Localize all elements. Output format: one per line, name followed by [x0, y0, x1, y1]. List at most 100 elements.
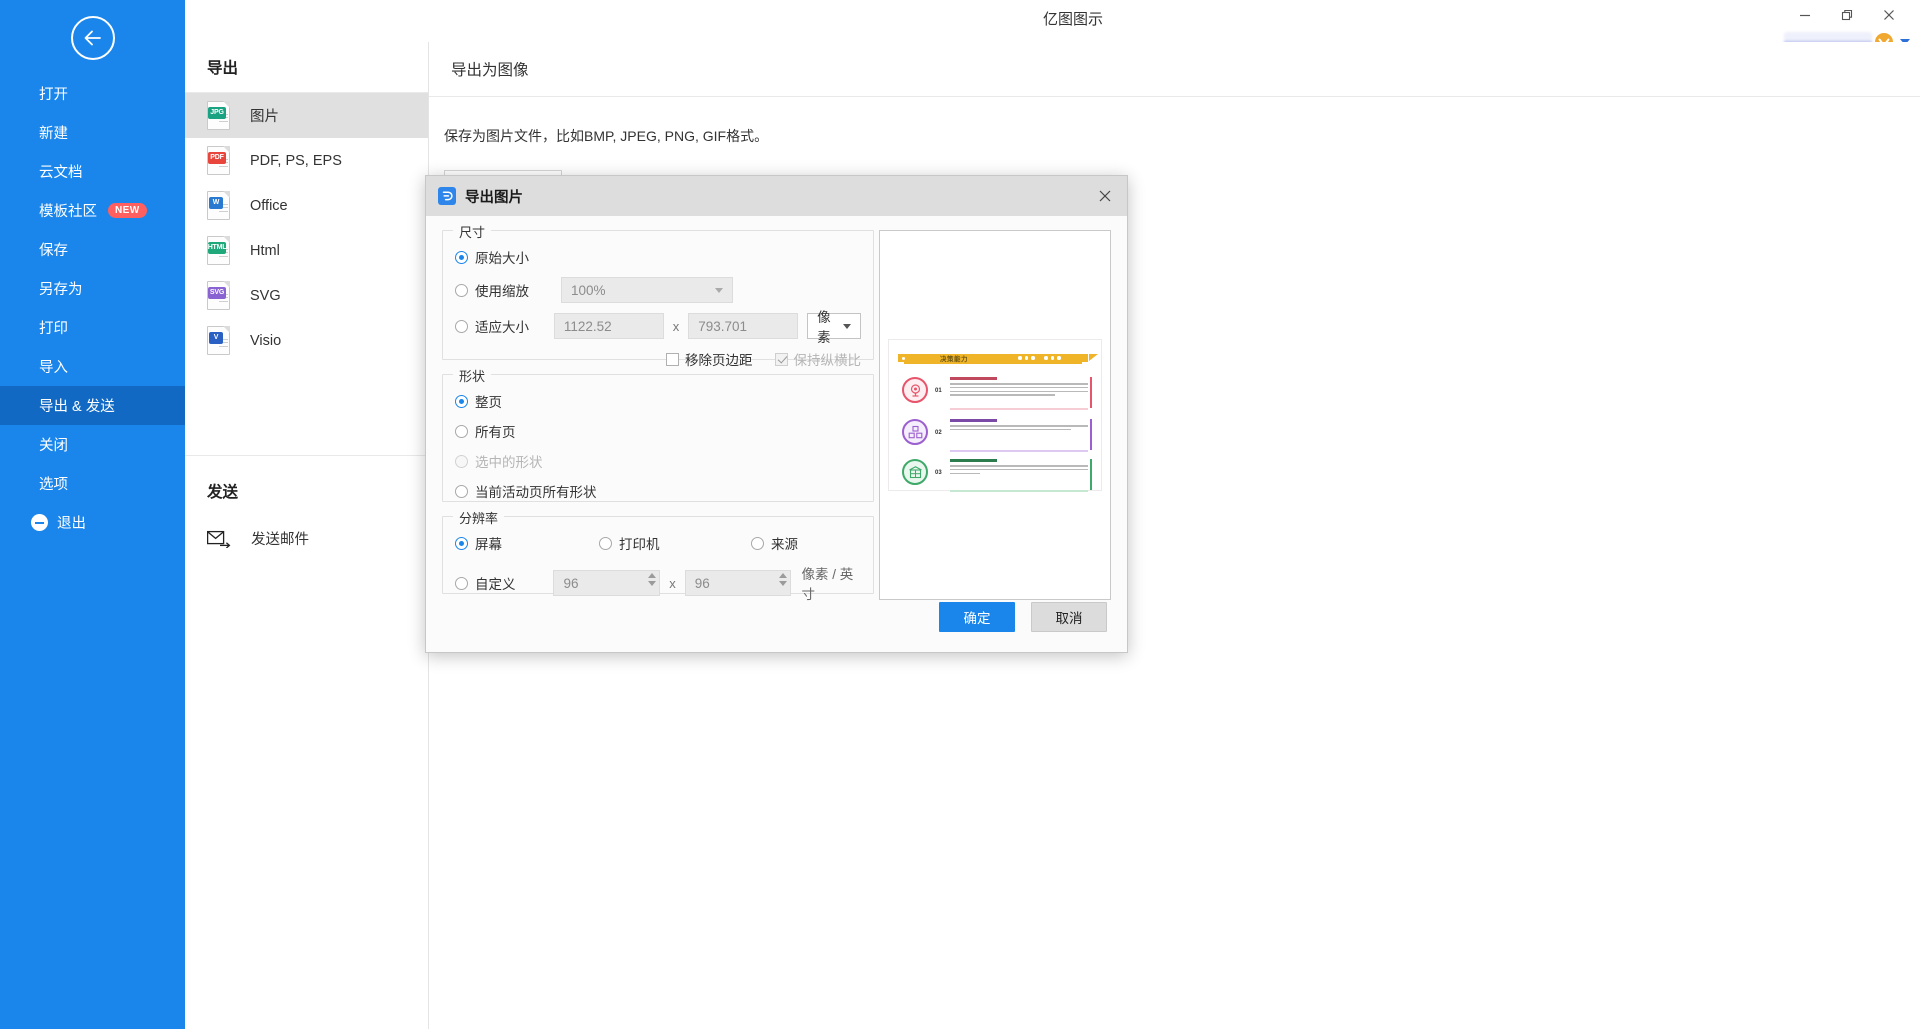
- sidebar-item-cloud-docs[interactable]: 云文档: [0, 152, 185, 191]
- dialog-footer: 确定 取消: [426, 588, 1127, 652]
- size-option-original-row[interactable]: 原始大小: [455, 247, 861, 267]
- preview-item-text: [950, 377, 1088, 398]
- restore-icon[interactable]: [1826, 1, 1868, 29]
- cancel-button[interactable]: 取消: [1031, 602, 1107, 632]
- sidebar-item-import[interactable]: 导入: [0, 347, 185, 386]
- radio-label: 适应大小: [475, 320, 529, 335]
- radio-screen[interactable]: [455, 536, 468, 550]
- sidebar-item-label: 模板社区: [39, 204, 97, 220]
- sidebar-item-label: 保存: [39, 243, 68, 259]
- sidebar-item-exit[interactable]: 退出: [0, 503, 185, 542]
- sidebar-item-label: 打开: [39, 87, 68, 103]
- sidebar-item-label: 另存为: [39, 282, 83, 298]
- sidebar-item-save[interactable]: 保存: [0, 230, 185, 269]
- preview-target-icon: [902, 377, 928, 403]
- sidebar-item-label: 选项: [39, 477, 68, 493]
- jpg-file-icon: JPG: [207, 100, 232, 131]
- shape-fieldset: 形状 整页 所有页 选中的形状 当前活动页所有形状: [442, 366, 874, 502]
- stepper-up-icon[interactable]: [648, 573, 657, 578]
- sidebar-item-close[interactable]: 关闭: [0, 425, 185, 464]
- send-label: 发送邮件: [251, 532, 309, 548]
- export-preview-panel: 决策能力 01 02 03: [879, 230, 1111, 600]
- sidebar-item-label: 打印: [39, 321, 68, 337]
- radio-source[interactable]: [751, 536, 764, 550]
- checkbox-remove-margin[interactable]: [666, 352, 679, 366]
- format-item-office[interactable]: W Office: [185, 183, 428, 228]
- format-tag: HTML: [208, 241, 227, 254]
- sidebar-item-new[interactable]: 新建: [0, 113, 185, 152]
- stepper-down-icon[interactable]: [648, 581, 657, 586]
- sidebar-item-export-and-send[interactable]: 导出 & 发送: [0, 386, 185, 425]
- radio-fit-size[interactable]: [455, 319, 468, 333]
- shape-option-whole-page-row[interactable]: 整页: [455, 391, 861, 411]
- dpi-x-stepper[interactable]: [648, 573, 657, 586]
- radio-label: 所有页: [475, 425, 516, 440]
- preview-item: 02: [902, 417, 1092, 453]
- chevron-down-icon: [843, 323, 851, 329]
- format-item-image[interactable]: JPG 图片: [185, 93, 428, 138]
- radio-whole-page[interactable]: [455, 394, 468, 408]
- radio-label: 整页: [475, 395, 502, 410]
- exit-icon: [31, 514, 48, 531]
- format-tag: W: [209, 196, 223, 209]
- format-label: 图片: [250, 109, 279, 125]
- preview-item-number: 01: [935, 388, 942, 394]
- height-input[interactable]: 793.701: [688, 313, 799, 339]
- close-icon[interactable]: [1091, 182, 1119, 210]
- unit-select[interactable]: 像素: [807, 310, 861, 345]
- radio-label: 原始大小: [475, 251, 529, 266]
- resolution-legend: 分辨率: [453, 508, 505, 527]
- radio-printer[interactable]: [599, 536, 612, 550]
- format-label: SVG: [250, 287, 281, 304]
- dialog-settings-column: 尺寸 原始大小 使用缩放 100% 适应大小 1122.52 x 793.701…: [442, 222, 874, 608]
- minimize-icon[interactable]: [1784, 1, 1826, 29]
- export-image-dialog: 导出图片 尺寸 原始大小 使用缩放 100% 适应大小 1122.52 x 79…: [425, 175, 1128, 653]
- format-item-visio[interactable]: V Visio: [185, 318, 428, 363]
- format-label: Visio: [250, 332, 282, 349]
- dpi-y-stepper[interactable]: [779, 573, 788, 586]
- back-arrow-icon[interactable]: [70, 16, 115, 60]
- application-window: 亿图图示 打开 新建 云文档 模板社区 NEW 保存 另存为 打印 导入 导出 …: [0, 0, 1920, 1029]
- dialog-body: 尺寸 原始大小 使用缩放 100% 适应大小 1122.52 x 793.701…: [426, 216, 1127, 608]
- page-title: 导出为图像: [451, 62, 529, 79]
- sidebar-item-print[interactable]: 打印: [0, 308, 185, 347]
- resolution-preset-row: 屏幕 打印机 来源: [455, 533, 861, 553]
- format-item-svg[interactable]: SVG SVG: [185, 273, 428, 318]
- sidebar-item-template-community[interactable]: 模板社区 NEW: [0, 191, 185, 230]
- sidebar-item-options[interactable]: 选项: [0, 464, 185, 503]
- format-item-pdf-ps-eps[interactable]: PDF PDF, PS, EPS: [185, 138, 428, 183]
- eddx-logo-icon: [438, 187, 456, 205]
- format-item-html[interactable]: HTML Html: [185, 228, 428, 273]
- scale-select[interactable]: 100%: [561, 277, 733, 303]
- stepper-up-icon[interactable]: [779, 573, 788, 578]
- radio-label: 选中的形状: [475, 455, 543, 470]
- size-option-fit-row[interactable]: 适应大小 1122.52 x 793.701 像素: [455, 310, 861, 345]
- radio-active-page-all-shapes[interactable]: [455, 484, 468, 498]
- sidebar-item-save-as[interactable]: 另存为: [0, 269, 185, 308]
- radio-original-size[interactable]: [455, 250, 468, 264]
- preview-item-number: 03: [935, 470, 942, 476]
- shape-option-active-page-shapes-row[interactable]: 当前活动页所有形状: [455, 481, 861, 501]
- size-fieldset: 尺寸 原始大小 使用缩放 100% 适应大小 1122.52 x 793.701…: [442, 222, 874, 368]
- format-tag: V: [209, 331, 223, 344]
- visio-file-icon: V: [207, 325, 232, 356]
- size-legend: 尺寸: [453, 222, 492, 241]
- send-item-email[interactable]: 发送邮件: [185, 516, 428, 561]
- close-icon[interactable]: [1868, 1, 1910, 29]
- sidebar-item-open[interactable]: 打开: [0, 74, 185, 113]
- width-input[interactable]: 1122.52: [553, 313, 664, 339]
- export-description: 保存为图片文件，比如BMP, JPEG, PNG, GIF格式。: [444, 128, 769, 144]
- radio-label: 屏幕: [475, 537, 502, 552]
- shape-option-all-pages-row[interactable]: 所有页: [455, 421, 861, 441]
- radio-use-scale[interactable]: [455, 283, 468, 297]
- size-checkbox-row: 移除页边距 保持纵横比: [455, 349, 861, 369]
- stepper-down-icon[interactable]: [779, 581, 788, 586]
- word-file-icon: W: [207, 190, 232, 221]
- format-tag: PDF: [208, 151, 226, 164]
- mail-send-icon: [207, 524, 233, 554]
- size-option-scale-row[interactable]: 使用缩放 100%: [455, 277, 861, 303]
- radio-all-pages[interactable]: [455, 424, 468, 438]
- left-sidebar: 打开 新建 云文档 模板社区 NEW 保存 另存为 打印 导入 导出 & 发送 …: [0, 0, 185, 1029]
- confirm-button[interactable]: 确定: [939, 602, 1015, 632]
- resolution-fieldset: 分辨率 屏幕 打印机 来源 自定义 96 x 96 像素 / 英寸: [442, 508, 874, 602]
